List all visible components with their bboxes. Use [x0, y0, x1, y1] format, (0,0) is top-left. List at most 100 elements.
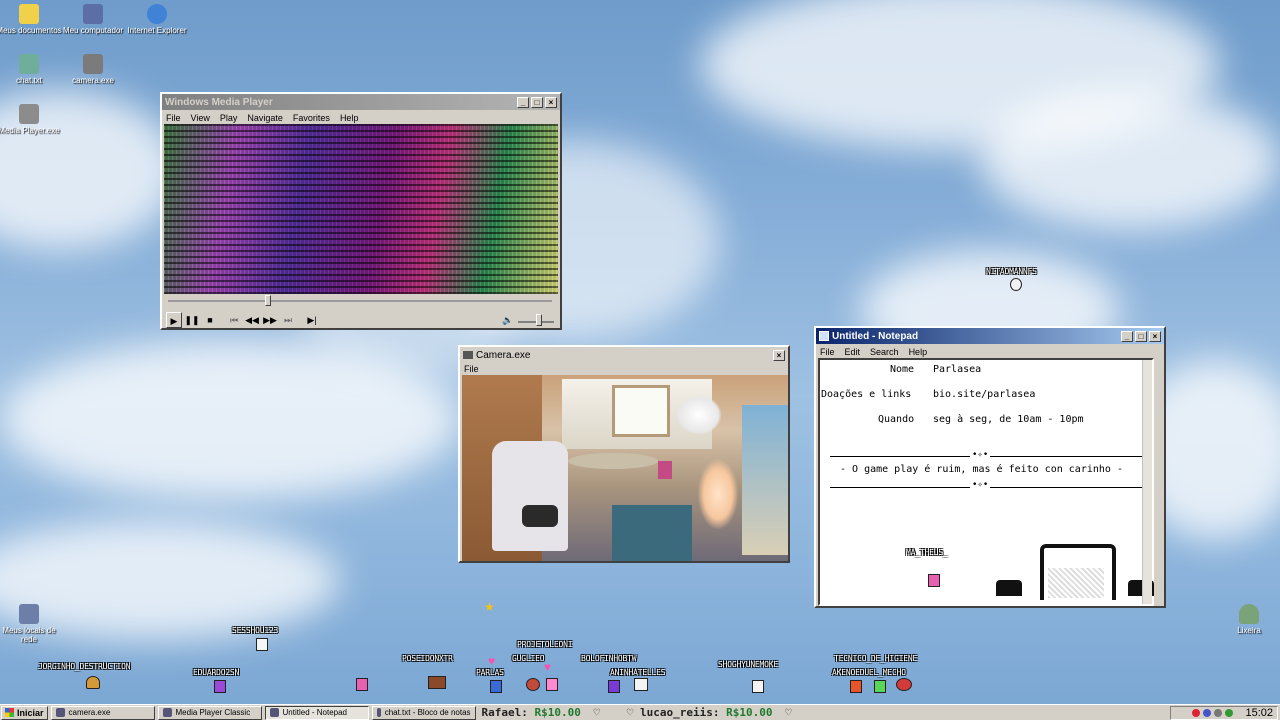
- star-icon: ★: [484, 600, 495, 614]
- close-button[interactable]: ×: [773, 349, 785, 361]
- chat-user-avatar: [874, 680, 886, 693]
- desktop-icon-my-documents[interactable]: Meus documentos: [0, 4, 64, 35]
- notepad-window[interactable]: Untitled - Notepad _ □ × File Edit Searc…: [814, 326, 1166, 608]
- minimize-button[interactable]: _: [1121, 330, 1133, 342]
- skip-back-button[interactable]: ⏮: [226, 312, 242, 328]
- tray-network-icon[interactable]: [1203, 709, 1212, 717]
- folder-icon: [19, 4, 39, 24]
- chat-user-avatar: [256, 638, 268, 651]
- menu-help[interactable]: Help: [909, 347, 928, 357]
- desktop-icon-network[interactable]: Meus locais de rede: [0, 604, 64, 644]
- menu-file[interactable]: File: [166, 113, 181, 123]
- chat-user-name: NITAOMANNFS: [986, 267, 1037, 276]
- volume-slider[interactable]: [518, 313, 554, 327]
- chat-user-avatar: [356, 678, 368, 691]
- wmp-menubar: File View Play Navigate Favorites Help: [162, 110, 560, 125]
- chat-user-name: PROJETOLEONI: [517, 640, 573, 649]
- clock[interactable]: 15:02: [1245, 707, 1273, 719]
- taskbar-item-media-player[interactable]: Media Player Classic: [157, 705, 262, 720]
- desktop-icon-internet-explorer[interactable]: Internet Explorer: [122, 4, 192, 35]
- chat-user-avatar: [526, 678, 540, 691]
- start-button[interactable]: Iniciar: [1, 705, 48, 720]
- menu-help[interactable]: Help: [340, 113, 359, 123]
- fast-forward-button[interactable]: ▶▶: [262, 312, 278, 328]
- pause-button[interactable]: ❚❚: [184, 312, 200, 328]
- taskbar-item-notepad[interactable]: Untitled - Notepad: [264, 705, 369, 720]
- tray-volume-icon[interactable]: [1214, 709, 1223, 717]
- camera-icon: [83, 54, 103, 74]
- chat-user-name: TECNICO_DE_HIGIENE: [834, 654, 918, 663]
- value-quando: seg à seg, de 10am - 10pm: [933, 414, 1084, 425]
- menu-view[interactable]: View: [191, 113, 210, 123]
- chat-user-name: EDUARDO2SN: [193, 668, 240, 677]
- chat-user-name: BOLOFINHOBTW: [581, 654, 637, 663]
- wmp-titlebar[interactable]: Windows Media Player _ □ ×: [162, 94, 560, 110]
- desktop-icon-media-player[interactable]: Media Player.exe: [0, 104, 64, 135]
- desktop-icon-camera-exe[interactable]: camera.exe: [58, 54, 128, 85]
- heart-icon: ♥: [544, 660, 552, 674]
- notepad-titlebar[interactable]: Untitled - Notepad _ □ ×: [816, 328, 1164, 344]
- notepad-scrollbar[interactable]: [1142, 360, 1152, 604]
- media-player-icon: [162, 708, 172, 717]
- camera-window[interactable]: Camera.exe × File: [458, 345, 790, 563]
- skip-forward-button[interactable]: ⏭: [280, 312, 296, 328]
- menu-file[interactable]: File: [464, 364, 479, 374]
- menu-edit[interactable]: Edit: [845, 347, 861, 357]
- desktop-icon-chat-txt[interactable]: chat.txt: [0, 54, 64, 85]
- banner-text: - O game play é ruim, mas é feito con ca…: [840, 464, 1123, 475]
- windows-logo-icon: [5, 708, 14, 717]
- ticker-amount: R$10.00: [726, 706, 773, 719]
- camera-titlebar[interactable]: Camera.exe ×: [460, 347, 788, 363]
- menu-favorites[interactable]: Favorites: [293, 113, 330, 123]
- network-icon: [19, 604, 39, 624]
- system-tray: 15:02: [1170, 706, 1278, 720]
- tray-status-icon[interactable]: [1192, 709, 1201, 717]
- label-nome: Nome: [890, 364, 915, 375]
- label-doacoes: Doações e links: [821, 389, 912, 400]
- ticker-amount: R$10.00: [534, 706, 581, 719]
- chat-user-name: SHOGHYUNEMOKE: [718, 660, 779, 669]
- text-file-icon: [376, 708, 381, 717]
- chat-user-name: ANINHATELLES: [610, 668, 666, 677]
- wmp-controls: ▶ ❚❚ ■ ⏮ ◀◀ ▶▶ ⏭ ▶| 🔈: [162, 310, 558, 330]
- heart-icon: ♡: [593, 706, 601, 719]
- wmp-seek-bar[interactable]: [168, 300, 552, 302]
- desktop-icon-recycle-bin[interactable]: Lixeira: [1214, 604, 1280, 635]
- menu-navigate[interactable]: Navigate: [247, 113, 283, 123]
- notepad-text-area[interactable]: Nome Parlasea Doações e links bio.site/p…: [818, 358, 1154, 606]
- chat-user-name: PARLAS: [476, 668, 504, 677]
- volume-thumb[interactable]: [536, 314, 542, 326]
- pixel-cat-art: [996, 540, 1154, 604]
- text-file-icon: [19, 54, 39, 74]
- wmp-seek-thumb[interactable]: [264, 295, 271, 306]
- maximize-button[interactable]: □: [1135, 330, 1147, 342]
- taskbar-item-chat-txt[interactable]: chat.txt - Bloco de notas: [371, 705, 476, 720]
- chat-user-avatar: [86, 676, 100, 689]
- tray-app-icon[interactable]: [1225, 709, 1234, 717]
- menu-play[interactable]: Play: [220, 113, 238, 123]
- chat-user-avatar: [608, 680, 620, 693]
- ticker-user: lucao_reiis:: [639, 706, 720, 719]
- chat-user-name: SESSHOU123: [232, 626, 279, 635]
- chat-user-avatar: [1010, 278, 1022, 291]
- close-button[interactable]: ×: [1149, 330, 1161, 342]
- stop-button[interactable]: ■: [202, 312, 218, 328]
- ornament-bottom: •✧•: [970, 480, 991, 490]
- recycle-bin-icon: [1239, 604, 1259, 624]
- heart-icon: ♥: [488, 654, 496, 668]
- menu-file[interactable]: File: [820, 347, 835, 357]
- frame-step-button[interactable]: ▶|: [304, 312, 320, 328]
- close-button[interactable]: ×: [545, 96, 557, 108]
- chat-user-avatar: [850, 680, 862, 693]
- menu-search[interactable]: Search: [870, 347, 899, 357]
- taskbar-item-camera[interactable]: camera.exe: [50, 705, 155, 720]
- rewind-button[interactable]: ◀◀: [244, 312, 260, 328]
- wmp-window[interactable]: Windows Media Player _ □ × File View Pla…: [160, 92, 562, 330]
- volume-icon[interactable]: 🔈: [500, 312, 516, 328]
- minimize-button[interactable]: _: [517, 96, 529, 108]
- wmp-video-area[interactable]: [164, 124, 558, 294]
- computer-icon: [83, 4, 103, 24]
- maximize-button[interactable]: □: [531, 96, 543, 108]
- desktop-icon-my-computer[interactable]: Meu computador: [58, 4, 128, 35]
- play-button[interactable]: ▶: [166, 312, 182, 328]
